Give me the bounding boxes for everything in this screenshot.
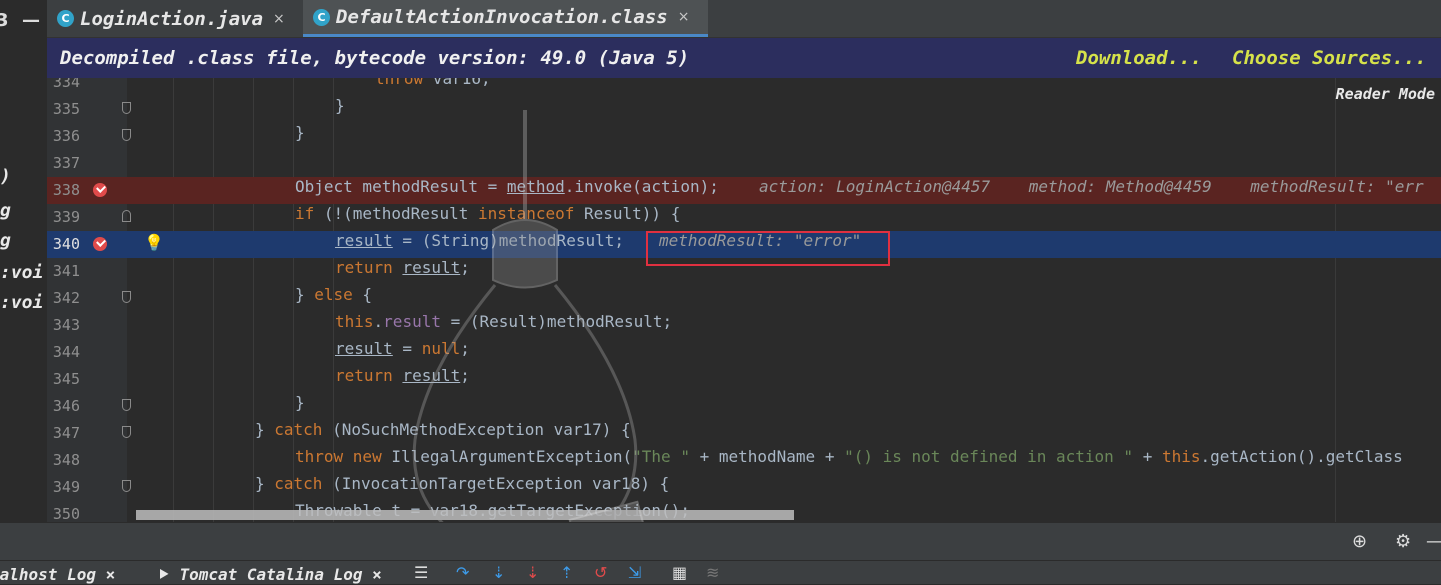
code-text: }	[335, 96, 345, 115]
code-editor[interactable]: 334 throw var16; 335 } 336 } 337 338 Obj…	[47, 78, 1441, 522]
trace-icon[interactable]: ≋	[706, 563, 719, 582]
line-number: 337	[52, 154, 80, 172]
fold-marker-icon[interactable]	[122, 102, 131, 114]
code-line[interactable]: 334 throw var16;	[47, 78, 1441, 96]
line-number: 336	[52, 127, 80, 145]
code-line[interactable]: 335 }	[47, 96, 1441, 123]
fold-marker-icon[interactable]	[122, 480, 131, 492]
line-number: 339	[52, 208, 80, 226]
line-number: 343	[52, 316, 80, 334]
code-text: result = (String)methodResult;	[335, 231, 624, 250]
tab-login-action[interactable]: C LoginAction.java ×	[47, 0, 299, 37]
line-number: 334	[52, 78, 80, 91]
left-panel-fragment: g	[0, 230, 11, 251]
decompiled-banner: Decompiled .class file, bytecode version…	[47, 38, 1441, 78]
line-number: 349	[52, 478, 80, 496]
reader-mode-button[interactable]: Reader Mode	[1336, 85, 1435, 103]
left-panel-fragment: :voi	[0, 262, 44, 283]
breakpoint-icon[interactable]	[93, 237, 107, 251]
code-text: this.result = (Result)methodResult;	[335, 312, 673, 331]
step-over-icon[interactable]: ↷	[456, 563, 469, 582]
code-line[interactable]: 344 result = null;	[47, 339, 1441, 366]
editor-tab-bar: C LoginAction.java × C DefaultActionInvo…	[47, 0, 1441, 38]
choose-sources-link[interactable]: Choose Sources...	[1232, 47, 1426, 69]
code-line[interactable]: 339 if (!(methodResult instanceof Result…	[47, 204, 1441, 231]
menu-icon[interactable]: ☰	[414, 563, 428, 582]
close-icon[interactable]: ×	[273, 11, 285, 27]
class-icon: C	[57, 10, 74, 27]
fold-marker-icon[interactable]	[122, 210, 131, 222]
tab-localhost-log[interactable]: calhost Log ×	[0, 565, 115, 584]
target-icon[interactable]: ⊕	[1352, 531, 1367, 552]
line-number: 341	[52, 262, 80, 280]
run-to-cursor-icon[interactable]: ⇲	[628, 563, 641, 582]
fold-marker-icon[interactable]	[122, 129, 131, 141]
code-line[interactable]: 349 } catch (InvocationTargetException v…	[47, 474, 1441, 501]
line-number: 346	[52, 397, 80, 415]
gear-icon[interactable]: ⚙	[1395, 531, 1411, 552]
left-panel-fragment: )	[0, 166, 11, 187]
code-line[interactable]: 348 throw new IllegalArgumentException("…	[47, 447, 1441, 474]
download-link[interactable]: Download...	[1076, 47, 1202, 69]
fold-marker-icon[interactable]	[122, 291, 131, 303]
code-text: }	[295, 393, 305, 412]
line-number: 344	[52, 343, 80, 361]
tab-label: LoginAction.java	[80, 7, 264, 30]
step-into-icon[interactable]: ⇣	[492, 563, 505, 582]
drop-frame-icon[interactable]: ↺	[594, 563, 607, 582]
fold-marker-icon[interactable]	[122, 426, 131, 438]
line-number: 342	[52, 289, 80, 307]
line-number: 338	[52, 181, 80, 199]
line-number: 335	[52, 100, 80, 118]
code-line[interactable]: 345 return result;	[47, 366, 1441, 393]
code-text: throw var16;	[375, 78, 491, 88]
left-panel: 3 — ) g g :voi :voi	[0, 0, 48, 583]
minimize-icon[interactable]: —	[1426, 531, 1441, 552]
banner-message: Decompiled .class file, bytecode version…	[60, 47, 690, 69]
line-number: 345	[52, 370, 80, 388]
tab-default-action-invocation[interactable]: C DefaultActionInvocation.class ×	[303, 0, 708, 37]
code-text: result = null;	[335, 339, 470, 358]
code-text: if (!(methodResult instanceof Result)) {	[295, 204, 681, 223]
code-text: return result;	[335, 366, 470, 385]
left-panel-fragment: :voi	[0, 292, 44, 313]
code-text: return result;	[335, 258, 470, 277]
fold-marker-icon[interactable]	[122, 399, 131, 411]
tab-tomcat-catalina-log[interactable]: ⯈ Tomcat Catalina Log ×	[157, 565, 382, 585]
code-text: } catch (InvocationTargetException var18…	[255, 474, 670, 493]
step-out-icon[interactable]: ⇡	[560, 563, 573, 582]
minimize-icon[interactable]: —	[22, 10, 40, 31]
code-line[interactable]: 337	[47, 150, 1441, 177]
code-line[interactable]: 341 return result;	[47, 258, 1441, 285]
lightbulb-icon[interactable]: 💡	[144, 233, 164, 252]
code-line-breakpoint[interactable]: 338 Object methodResult = method.invoke(…	[47, 177, 1441, 204]
line-number: 348	[52, 451, 80, 469]
inline-debug-values: action: LoginAction@4457 method: Method@…	[759, 177, 1424, 196]
code-text: }	[295, 123, 305, 142]
code-line-current[interactable]: 340 💡 result = (String)methodResult; met…	[47, 231, 1441, 266]
code-line[interactable]: 347 } catch (NoSuchMethodException var17…	[47, 420, 1441, 447]
evaluate-icon[interactable]: ▦	[672, 563, 687, 582]
code-text: } else {	[295, 285, 373, 304]
horizontal-scrollbar[interactable]	[136, 510, 794, 520]
line-number: 350	[52, 505, 80, 522]
code-line[interactable]: 336 }	[47, 123, 1441, 150]
line-number: 347	[52, 424, 80, 442]
close-icon[interactable]: ×	[678, 9, 690, 25]
left-panel-fragment: 3	[0, 10, 9, 31]
code-text: Object methodResult = method.invoke(acti…	[295, 177, 719, 196]
breakpoint-icon[interactable]	[93, 183, 107, 197]
tool-window-header: ⊕ ⚙ —	[0, 522, 1441, 561]
left-panel-fragment: g	[0, 200, 11, 221]
debug-toolbar: calhost Log × ⯈ Tomcat Catalina Log × ☰ …	[0, 560, 1441, 584]
tab-label: DefaultActionInvocation.class	[336, 6, 668, 28]
code-text: } catch (NoSuchMethodException var17) {	[255, 420, 631, 439]
line-number: 340	[52, 235, 80, 253]
class-icon: C	[313, 8, 330, 26]
code-line[interactable]: 346 }	[47, 393, 1441, 420]
force-step-into-icon[interactable]: ⇣	[526, 563, 539, 582]
code-line[interactable]: 343 this.result = (Result)methodResult;	[47, 312, 1441, 339]
code-line[interactable]: 342 } else {	[47, 285, 1441, 312]
code-text: throw new IllegalArgumentException("The …	[295, 447, 1403, 466]
